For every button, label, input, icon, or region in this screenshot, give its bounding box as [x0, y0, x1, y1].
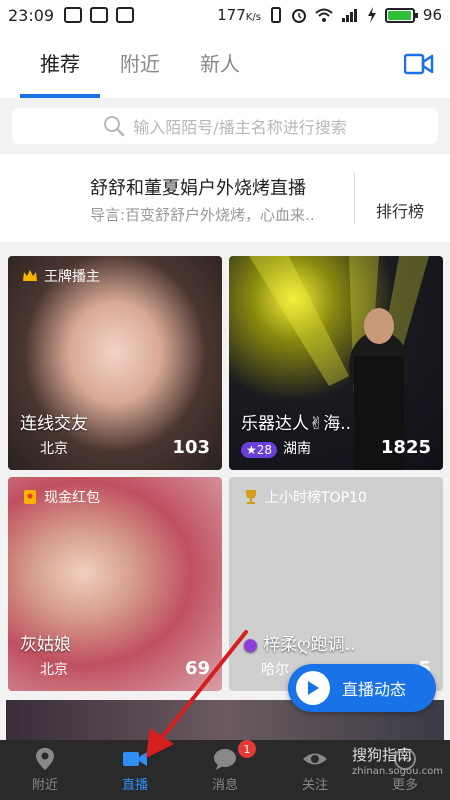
nav-live[interactable]: 直播	[90, 740, 180, 800]
unread-badge: 1	[238, 740, 256, 758]
level-badge: ★28	[241, 442, 278, 458]
live-card[interactable]: 乐器达人✌海.. ★28 湖南 1825	[229, 256, 443, 470]
search-input[interactable]: 输入陌陌号/播主名称进行搜索	[12, 108, 438, 144]
broadcast-title: 舒舒和董夏娟户外烧烤直播	[90, 178, 306, 199]
tab-recommend[interactable]: 推荐	[20, 30, 100, 98]
vibrate-icon	[270, 7, 281, 23]
search-icon	[104, 116, 125, 137]
play-icon	[296, 671, 330, 705]
card-location: 哈尔	[261, 662, 289, 678]
card-location: 北京	[40, 441, 68, 457]
card-badge: 上小时榜TOP10	[243, 487, 367, 507]
tab-new[interactable]: 新人	[180, 30, 260, 98]
live-card[interactable]: 现金红包 灰姑娘 北京 69	[8, 477, 222, 691]
clock: 23:09	[8, 5, 55, 25]
signal-icon	[341, 9, 357, 22]
trophy-icon	[246, 490, 256, 504]
battery-percent: 96	[422, 6, 442, 24]
battery-level	[387, 10, 411, 20]
red-packet-icon	[24, 490, 36, 504]
status-right: 177K/s 96	[217, 6, 442, 24]
nav-messages[interactable]: 消息 1	[180, 740, 270, 800]
watermark-url: zhinan.sogou.com	[352, 766, 444, 777]
featured-broadcast[interactable]: 舒舒和董夏娟户外烧烤直播 导言:百变舒舒户外烧烤，心血来.. 排行榜	[0, 154, 450, 242]
chat-bubble-icon	[214, 749, 236, 770]
live-card[interactable]: 王牌播主 连线交友 北京 103	[8, 256, 222, 470]
alarm-icon	[291, 9, 306, 23]
viewer-count: 69	[184, 658, 210, 679]
card-badge: 王牌播主	[22, 266, 100, 286]
status-bar: 23:09 177K/s 96	[0, 0, 450, 30]
broadcast-subtitle: 导言:百变舒舒户外烧烤，心血来..	[90, 206, 315, 224]
ranking-button[interactable]: 排行榜	[376, 198, 424, 222]
card-badge: 现金红包	[22, 487, 100, 507]
network-speed: 177K/s	[217, 6, 261, 24]
charging-icon	[367, 7, 376, 23]
live-card[interactable]: 上小时榜TOP10 ● 梓柔ღ跑调.. 哈尔 5	[229, 477, 443, 691]
bag-icon	[116, 7, 135, 23]
nav-nearby[interactable]: 附近	[0, 740, 90, 800]
live-feed-label: 直播动态	[342, 680, 407, 699]
location-pin-icon	[36, 748, 54, 770]
card-title: 乐器达人✌海..	[241, 414, 352, 434]
live-feed-button[interactable]: 直播动态	[288, 664, 436, 712]
watermark: 搜狗指南	[352, 746, 413, 764]
card-location: 北京	[40, 662, 68, 678]
search-placeholder: 输入陌陌号/播主名称进行搜索	[133, 118, 347, 137]
top-tabs: 推荐 附近 新人	[0, 30, 450, 98]
viewer-count: 103	[172, 437, 210, 458]
divider	[354, 172, 355, 224]
nav-follow[interactable]: 关注	[270, 740, 360, 800]
crown-icon	[23, 270, 37, 281]
card-title: ● 梓柔ღ跑调..	[243, 635, 356, 655]
tab-nearby[interactable]: 附近	[100, 30, 180, 98]
eye-icon	[303, 753, 327, 765]
card-title: 灰姑娘	[20, 635, 71, 655]
viewer-count: 1825	[380, 437, 431, 458]
video-camera-icon[interactable]	[404, 52, 434, 76]
search-bar: 输入陌陌号/播主名称进行搜索	[0, 98, 450, 154]
battery-icon	[384, 7, 418, 23]
card-title: 连线交友	[20, 414, 88, 434]
wifi-icon	[315, 8, 333, 22]
card-location: 湖南	[283, 441, 311, 457]
notification-icon	[64, 7, 83, 23]
grape-icon: ●	[243, 635, 258, 655]
video-camera-icon	[123, 752, 147, 766]
mail-icon	[90, 7, 109, 23]
